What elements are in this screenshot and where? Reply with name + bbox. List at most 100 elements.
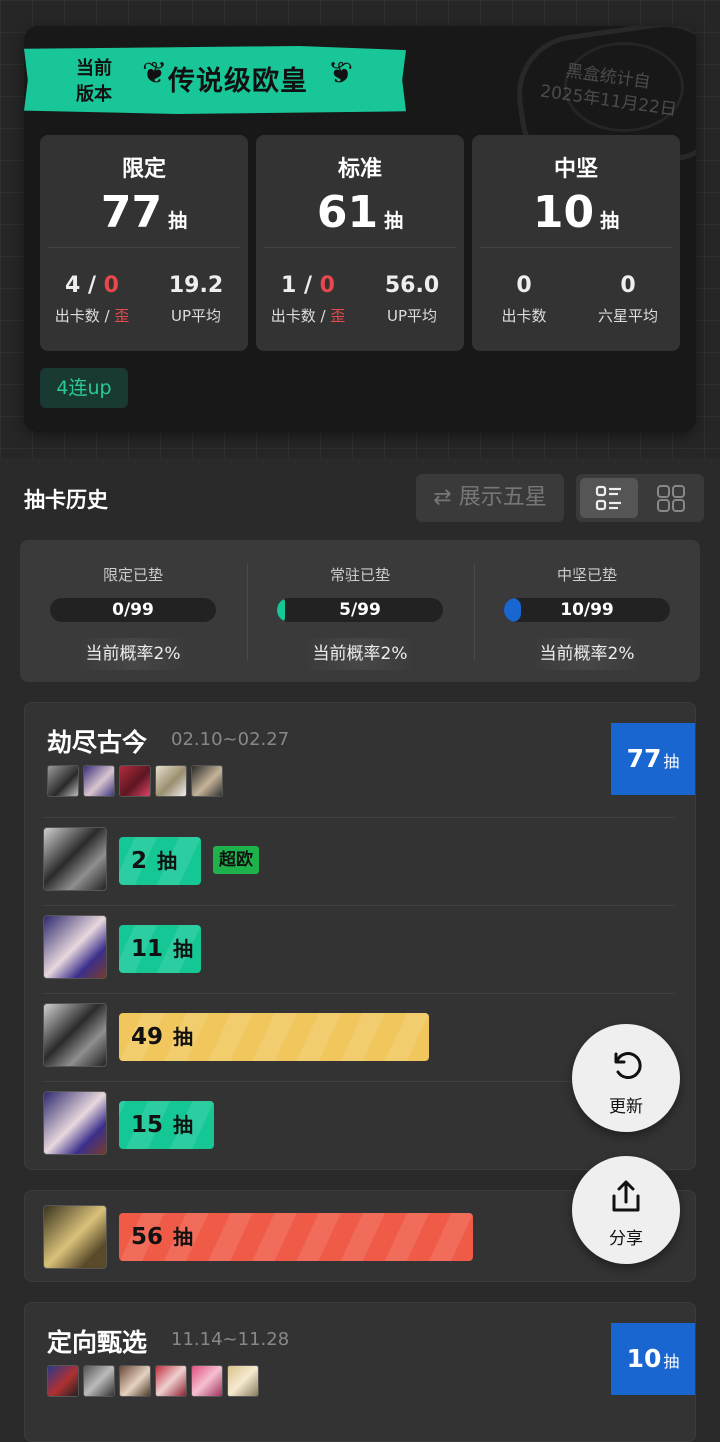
- grid-view-icon: [657, 485, 685, 512]
- operator-avatar: [43, 1205, 107, 1269]
- pity-value: 5/99: [339, 600, 381, 620]
- pool-count-unit: 抽: [663, 752, 680, 771]
- share-label: 分享: [609, 1229, 643, 1249]
- pull-unit: 抽: [173, 1113, 194, 1137]
- grid-view-button[interactable]: [642, 478, 700, 518]
- banner-prefix-line1: 当前: [76, 58, 112, 79]
- operator-thumb: [227, 1365, 259, 1397]
- stat-count-unit: 抽: [384, 210, 404, 232]
- stat-avg-label: 六星平均: [597, 307, 658, 325]
- divider: [43, 817, 675, 818]
- operator-thumb: [119, 765, 151, 797]
- offbanner-label: 歪: [114, 307, 130, 325]
- pity-panel: 限定已垫 0/99 当前概率2% 常驻已垫 5/99 当前概率2% 中坚已垫 1…: [20, 540, 700, 682]
- stat-count: 61 抽: [256, 187, 464, 238]
- divider: [48, 247, 240, 248]
- pity-progress-bar: 5/99: [277, 598, 443, 622]
- banner-prefix: 当前 版本: [72, 56, 116, 108]
- stat-title: 标准: [337, 157, 382, 182]
- divider: [480, 247, 672, 248]
- pool-card[interactable]: 定向甄选 11.14~11.28 10 抽: [24, 1302, 696, 1442]
- summary-background: 黑盒统计自 2025年11月22日 当前 版本 ❦ 传说级欧皇 ❦ 限定 77 抽…: [0, 0, 720, 458]
- pull-unit: 抽: [157, 849, 178, 873]
- operator-thumb: [83, 765, 115, 797]
- stat-cards-value: 0: [516, 273, 532, 298]
- pity-progress-bar: 0/99: [50, 598, 216, 622]
- pull-count: 11: [131, 936, 164, 962]
- laurel-left-icon: ❦: [142, 56, 168, 91]
- stat-card-core: 中坚 10 抽 0 出卡数 0 六星平均: [472, 135, 680, 351]
- operator-avatar: [43, 915, 107, 979]
- stat-count-value: 10: [532, 187, 595, 238]
- pity-rate: 当前概率2%: [532, 638, 642, 670]
- stat-avg-label: UP平均: [170, 307, 222, 325]
- pool-operator-thumbs: [47, 1365, 263, 1397]
- luck-badge: 超欧: [213, 846, 259, 874]
- laurel-right-icon: ❦: [328, 56, 354, 91]
- stat-avg-value: 0: [620, 273, 636, 298]
- stat-avg-label: UP平均: [386, 307, 438, 325]
- pool-name: 劫尽古今: [47, 728, 148, 757]
- operator-thumb: [47, 765, 79, 797]
- cards-count: 4: [65, 273, 81, 298]
- pool-dates: 11.14~11.28: [171, 1329, 290, 1350]
- pull-count-bar: 56 抽: [119, 1213, 473, 1261]
- pity-core: 中坚已垫 10/99 当前概率2%: [474, 540, 700, 682]
- pool-name: 定向甄选: [47, 1328, 148, 1357]
- share-button[interactable]: 分享: [572, 1156, 680, 1264]
- pool-operator-thumbs: [47, 765, 227, 797]
- refresh-icon: [614, 1052, 642, 1080]
- pull-unit: 抽: [173, 1025, 194, 1049]
- stat-title: 中坚: [553, 157, 598, 182]
- pool-dates: 02.10~02.27: [171, 729, 290, 750]
- pull-count-bar: 2抽: [119, 837, 201, 885]
- summary-card: 黑盒统计自 2025年11月22日 当前 版本 ❦ 传说级欧皇 ❦ 限定 77 抽…: [24, 26, 696, 432]
- streak-tag: 4连up: [40, 368, 128, 408]
- pity-value: 10/99: [560, 600, 614, 620]
- pull-count: 56: [131, 1224, 164, 1250]
- stat-count-value: 61: [316, 187, 379, 238]
- stat-title: 限定: [121, 157, 166, 182]
- divider: [264, 247, 456, 248]
- pity-rate: 当前概率2%: [78, 638, 188, 670]
- operator-thumb: [155, 765, 187, 797]
- stat-cards-value: 1 / 0: [256, 273, 360, 298]
- stat-count-unit: 抽: [600, 210, 620, 232]
- pool-count-value: 10: [626, 1344, 662, 1373]
- cards-label: 出卡数 /: [270, 307, 331, 325]
- show-five-star-button[interactable]: ⇄ 展示五星: [416, 474, 564, 522]
- pull-count: 49: [131, 1024, 164, 1050]
- pull-count-bar: 49 抽: [119, 1013, 429, 1061]
- pull-count: 15: [131, 1112, 164, 1138]
- divider: [43, 993, 675, 994]
- pull-count: 2: [131, 848, 148, 874]
- pool-count-unit: 抽: [663, 1352, 680, 1371]
- pity-title: 限定已垫: [102, 566, 163, 584]
- refresh-label: 更新: [609, 1097, 643, 1117]
- stat-cards-label: 出卡数 / 歪: [40, 305, 144, 326]
- offbanner-count: 0: [103, 273, 119, 298]
- pity-title: 中坚已垫: [556, 566, 617, 584]
- share-icon: [612, 1180, 640, 1212]
- refresh-button[interactable]: 更新: [572, 1024, 680, 1132]
- list-view-button[interactable]: [580, 478, 638, 518]
- offbanner-count: 0: [319, 273, 335, 298]
- cards-sep: /: [296, 273, 320, 298]
- pool-count-value: 77: [626, 744, 662, 773]
- stat-count: 10 抽: [472, 187, 680, 238]
- operator-avatar: [43, 1003, 107, 1067]
- pity-limited: 限定已垫 0/99 当前概率2%: [20, 540, 246, 682]
- pull-unit: 抽: [173, 1225, 194, 1249]
- stat-cards-label: 出卡数 / 歪: [256, 305, 360, 326]
- pity-title: 常驻已垫: [329, 566, 390, 584]
- offbanner-label: 歪: [330, 307, 346, 325]
- operator-thumb: [155, 1365, 187, 1397]
- stat-card-standard: 标准 61 抽 1 / 0 出卡数 / 歪 56.0 UP平均: [256, 135, 464, 351]
- operator-thumb: [119, 1365, 151, 1397]
- pity-progress-bar: 10/99: [504, 598, 670, 622]
- rank-title: 传说级欧皇: [168, 66, 308, 97]
- stat-count-value: 77: [100, 187, 163, 238]
- pool-count-badge: 77 抽: [611, 723, 695, 795]
- operator-thumb: [191, 765, 223, 797]
- stat-avg-value: 19.2: [168, 273, 224, 298]
